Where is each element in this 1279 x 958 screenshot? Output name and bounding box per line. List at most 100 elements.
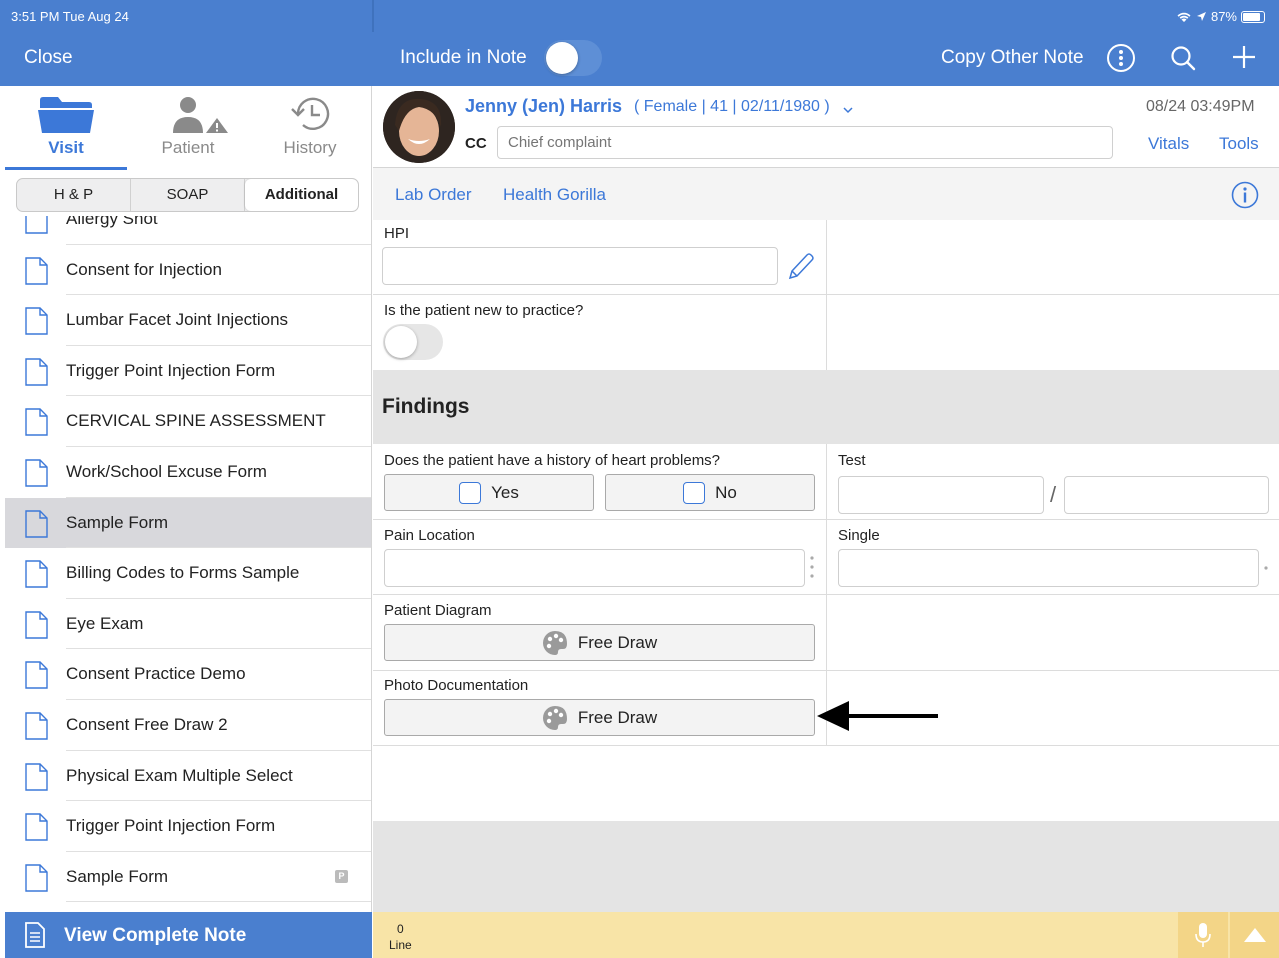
- form-list-item[interactable]: Consent for Injection: [5, 245, 371, 296]
- pain-location-field[interactable]: [384, 549, 805, 587]
- segment-additional[interactable]: Additional: [245, 179, 358, 211]
- form-list: Allergy Shot Consent for Injection Lumbar …: [5, 216, 371, 912]
- patient-demographics[interactable]: ( Female | 41 | 02/11/1980 ): [634, 98, 830, 116]
- copy-other-note-button[interactable]: Copy Other Note: [941, 47, 1084, 69]
- tab-visit[interactable]: Visit: [5, 86, 127, 170]
- patient-header: Jenny (Jen) Harris ( Female | 41 | 02/11…: [373, 86, 1279, 168]
- status-right: 87%: [1176, 9, 1265, 24]
- single-field[interactable]: [838, 549, 1259, 587]
- divider-line: [373, 594, 1279, 595]
- tools-link[interactable]: Tools: [1219, 134, 1259, 154]
- microphone-button[interactable]: [1178, 912, 1228, 958]
- info-icon[interactable]: [1231, 181, 1259, 209]
- form-list-item[interactable]: Work/School Excuse Form: [5, 447, 371, 498]
- line-count-unit: Line: [389, 938, 412, 952]
- health-gorilla-link[interactable]: Health Gorilla: [503, 185, 606, 205]
- form-list-item-label: Consent Practice Demo: [66, 664, 246, 684]
- form-list-item-label: Billing Codes to Forms Sample: [66, 563, 300, 583]
- right-top-bar: Include in Note Copy Other Note: [372, 32, 1279, 86]
- folder-icon: [38, 97, 94, 133]
- wifi-icon: [1177, 12, 1191, 22]
- tab-patient[interactable]: Patient: [127, 86, 249, 170]
- photo-documentation-free-draw-button[interactable]: Free Draw: [384, 699, 815, 736]
- palette-icon: [542, 630, 567, 655]
- empty-section: [373, 821, 1279, 912]
- patient-avatar[interactable]: [383, 91, 455, 163]
- chief-complaint-input[interactable]: [497, 126, 1113, 159]
- test-field-1[interactable]: [838, 476, 1044, 514]
- patient-name[interactable]: Jenny (Jen) Harris: [465, 96, 622, 117]
- drag-handle-icon[interactable]: [1264, 566, 1268, 570]
- divider-line: [373, 519, 1279, 520]
- arrow-left-icon: [817, 701, 938, 731]
- free-draw-label: Free Draw: [577, 707, 658, 727]
- form-list-item[interactable]: Billing Codes to Forms Sample: [5, 548, 371, 599]
- patient-warning-icon: [173, 97, 228, 133]
- segment-soap[interactable]: SOAP: [131, 179, 245, 211]
- test-field-2[interactable]: [1064, 476, 1269, 514]
- more-options-icon[interactable]: [1106, 43, 1136, 73]
- document-icon: [25, 256, 48, 285]
- document-icon: [25, 762, 48, 791]
- lab-order-link[interactable]: Lab Order: [395, 185, 472, 205]
- close-button[interactable]: Close: [24, 47, 73, 69]
- divider-line: [373, 745, 1279, 746]
- form-list-item-label: Consent Free Draw 2: [66, 715, 228, 734]
- include-in-note-toggle[interactable]: [544, 40, 602, 76]
- yes-checkbox[interactable]: [459, 481, 482, 504]
- patient-photo-icon: [383, 91, 455, 163]
- form-list-item[interactable]: Trigger Point Injection Form: [5, 346, 371, 397]
- no-checkbox[interactable]: [683, 481, 706, 504]
- status-bar: 3:51 PM Tue Aug 24 87%: [0, 0, 1279, 32]
- drag-handle-icon[interactable]: [810, 554, 814, 580]
- form-badge: P: [335, 869, 348, 883]
- document-icon: [25, 712, 48, 740]
- form-list-item[interactable]: Trigger Point Injection Form: [5, 801, 371, 852]
- form-list-item[interactable]: Lumbar Facet Joint Injections: [5, 295, 371, 346]
- single-label: Single: [838, 527, 880, 544]
- active-tab-underline: [5, 167, 127, 170]
- document-icon: [25, 459, 48, 487]
- form-list-item-label: Trigger Point Injection Form: [66, 816, 276, 836]
- list-separator: [66, 901, 371, 903]
- pencil-icon[interactable]: [787, 251, 815, 281]
- form-list-item-label: Allergy Shot: [66, 216, 158, 228]
- note-type-segmented-control: H & P SOAP Additional: [16, 178, 359, 212]
- hpi-field[interactable]: [382, 247, 778, 285]
- add-icon[interactable]: [1231, 44, 1257, 70]
- form-list-item[interactable]: Physical Exam Multiple Select: [5, 751, 371, 802]
- form-list-item-label: CERVICAL SPINE ASSESSMENT: [66, 411, 326, 431]
- patient-diagram-free-draw-button[interactable]: Free Draw: [384, 624, 815, 661]
- divider-line: [373, 670, 1279, 671]
- document-icon: [25, 216, 48, 234]
- yes-label: Yes: [491, 482, 519, 502]
- segment-h-and-p[interactable]: H & P: [17, 179, 131, 211]
- chevron-down-icon[interactable]: [843, 106, 853, 114]
- no-option[interactable]: No: [605, 474, 815, 511]
- search-icon[interactable]: [1169, 44, 1197, 72]
- expand-up-button[interactable]: [1230, 912, 1279, 958]
- yes-option[interactable]: Yes: [384, 474, 594, 511]
- test-separator: /: [1050, 482, 1057, 507]
- form-content: HPI Is the patient new to practice? Find…: [373, 220, 1279, 912]
- tab-patient-label: Patient: [161, 138, 215, 157]
- photo-documentation-label: Photo Documentation: [384, 677, 529, 694]
- tab-history[interactable]: History: [249, 86, 371, 170]
- hpi-label: HPI: [384, 225, 410, 242]
- vitals-link[interactable]: Vitals: [1148, 134, 1189, 154]
- document-icon: [25, 611, 48, 639]
- view-complete-note-button[interactable]: View Complete Note: [5, 912, 372, 958]
- form-list-item[interactable]: Consent Practice Demo: [5, 649, 371, 700]
- form-list-item[interactable]: Consent Free Draw 2: [5, 700, 371, 751]
- test-label: Test: [838, 452, 866, 469]
- history-icon: [291, 97, 330, 130]
- form-list-item[interactable]: Sample Form P: [5, 852, 371, 903]
- document-icon: [25, 408, 48, 437]
- form-list-item[interactable]: Sample Form: [5, 497, 371, 549]
- new-patient-toggle[interactable]: [383, 324, 443, 360]
- form-list-item[interactable]: CERVICAL SPINE ASSESSMENT: [5, 396, 371, 447]
- form-list-item[interactable]: Eye Exam: [5, 599, 371, 650]
- document-icon: [25, 661, 48, 690]
- form-list-item[interactable]: Allergy Shot: [5, 216, 371, 245]
- tab-history-label: History: [283, 138, 337, 157]
